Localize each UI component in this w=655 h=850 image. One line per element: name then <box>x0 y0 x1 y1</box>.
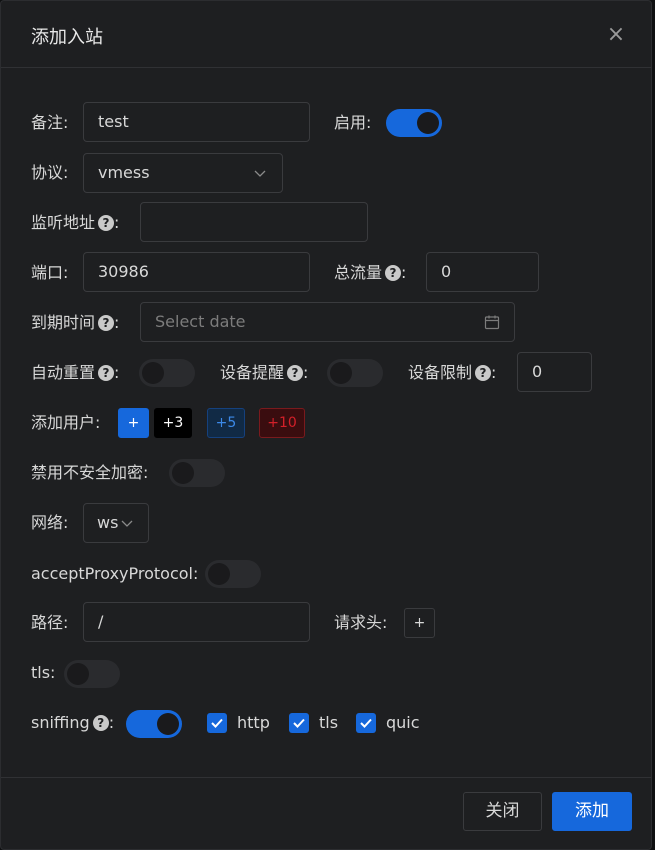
expiry-placeholder: Select date <box>155 312 246 331</box>
help-icon[interactable]: ? <box>385 265 402 281</box>
headers-label: 请求头: <box>334 613 388 632</box>
enable-label: 启用: <box>334 113 372 132</box>
device-alert-label-text: 设备提醒 <box>220 363 285 382</box>
add-user-button[interactable]: + <box>118 408 149 438</box>
device-limit-label-text: 设备限制 <box>408 363 473 382</box>
protocol-label: 协议: <box>31 163 69 182</box>
device-alert-toggle[interactable] <box>327 359 383 387</box>
auto-reset-toggle[interactable] <box>139 359 195 387</box>
network-label: 网络: <box>31 513 69 532</box>
toggle-knob <box>208 563 230 585</box>
chevron-down-icon <box>121 520 133 527</box>
device-limit-label: 设备限制?: <box>408 363 496 383</box>
sniffing-toggle[interactable] <box>126 710 182 738</box>
check-icon <box>293 718 305 728</box>
network-value: ws <box>97 513 119 532</box>
listen-label-suffix: : <box>114 213 120 232</box>
disable-insecure-toggle[interactable] <box>169 459 225 487</box>
toggle-knob <box>142 362 164 384</box>
auto-reset-label-suffix: : <box>114 363 120 382</box>
add-10-users-button[interactable]: +10 <box>259 408 305 438</box>
total-traffic-input[interactable]: 0 <box>426 252 539 292</box>
dialog-header: 添加入站 × <box>1 1 651 68</box>
quic-checkbox[interactable] <box>356 713 376 733</box>
port-label: 端口: <box>31 263 69 282</box>
help-icon[interactable]: ? <box>287 365 304 381</box>
tls-toggle[interactable] <box>64 660 120 688</box>
remark-label: 备注: <box>31 113 69 132</box>
total-traffic-label-suffix: : <box>401 263 407 282</box>
check-icon <box>360 718 372 728</box>
check-icon <box>211 718 223 728</box>
close-icon[interactable]: × <box>604 23 628 47</box>
toggle-knob <box>330 362 352 384</box>
close-button[interactable]: 关闭 <box>463 792 542 831</box>
help-icon[interactable]: ? <box>475 365 492 381</box>
auto-reset-label-text: 自动重置 <box>31 363 96 382</box>
toggle-knob <box>172 462 194 484</box>
path-label: 路径: <box>31 613 69 632</box>
device-alert-label: 设备提醒?: <box>220 363 308 383</box>
quic-checkbox-label: quic <box>386 713 420 732</box>
disable-insecure-label: 禁用不安全加密: <box>31 463 149 482</box>
path-input[interactable]: / <box>83 602 310 642</box>
expiry-label-text: 到期时间 <box>31 313 96 332</box>
dialog-footer: 关闭 添加 <box>1 777 651 850</box>
port-input[interactable]: 30986 <box>83 252 310 292</box>
toggle-knob <box>157 713 179 735</box>
help-icon[interactable]: ? <box>98 365 115 381</box>
listen-input[interactable] <box>140 202 368 242</box>
remark-input[interactable]: test <box>83 102 310 142</box>
chevron-down-icon <box>254 170 266 177</box>
toggle-knob <box>417 112 439 134</box>
device-limit-label-suffix: : <box>491 363 497 382</box>
listen-label-text: 监听地址 <box>31 213 96 232</box>
tls-checkbox-label: tls <box>319 713 339 732</box>
sniffing-label-text: sniffing <box>31 713 90 732</box>
help-icon[interactable]: ? <box>92 715 109 731</box>
network-select[interactable]: ws <box>83 503 149 543</box>
http-checkbox-label: http <box>237 713 270 732</box>
dialog-title: 添加入站 <box>31 27 103 48</box>
expiry-date-picker[interactable]: Select date <box>140 302 515 342</box>
add-button[interactable]: 添加 <box>552 792 632 831</box>
add-header-button[interactable]: + <box>404 608 435 638</box>
device-alert-label-suffix: : <box>303 363 309 382</box>
accept-proxy-toggle[interactable] <box>205 560 261 588</box>
total-traffic-label-text: 总流量 <box>334 263 383 282</box>
dialog-body: 备注: test 启用: 协议: vmess 监听地址?: 端口: 30986 … <box>1 69 651 777</box>
add-inbound-dialog: 添加入站 × 备注: test 启用: 协议: vmess 监听地址?: 端口:… <box>0 0 652 850</box>
help-icon[interactable]: ? <box>98 215 115 231</box>
total-traffic-label: 总流量?: <box>334 263 406 283</box>
add-5-users-button[interactable]: +5 <box>207 408 245 438</box>
device-limit-input[interactable]: 0 <box>517 352 592 392</box>
http-checkbox[interactable] <box>207 713 227 733</box>
help-icon[interactable]: ? <box>98 315 115 331</box>
listen-label: 监听地址?: <box>31 213 119 233</box>
expiry-label: 到期时间?: <box>31 313 119 333</box>
add-user-label: 添加用户: <box>31 413 101 432</box>
tls-checkbox[interactable] <box>289 713 309 733</box>
enable-toggle[interactable] <box>386 109 442 137</box>
sniffing-label-suffix: : <box>108 713 115 732</box>
toggle-knob <box>67 663 89 685</box>
auto-reset-label: 自动重置?: <box>31 363 119 383</box>
sniffing-label: sniffing?: <box>31 713 114 733</box>
protocol-value: vmess <box>98 163 150 182</box>
add-3-users-button[interactable]: +3 <box>154 408 192 438</box>
tls-label: tls: <box>31 663 56 682</box>
expiry-label-suffix: : <box>114 313 120 332</box>
protocol-select[interactable]: vmess <box>83 153 283 193</box>
calendar-icon <box>484 315 500 330</box>
accept-proxy-label: acceptProxyProtocol: <box>31 564 199 583</box>
